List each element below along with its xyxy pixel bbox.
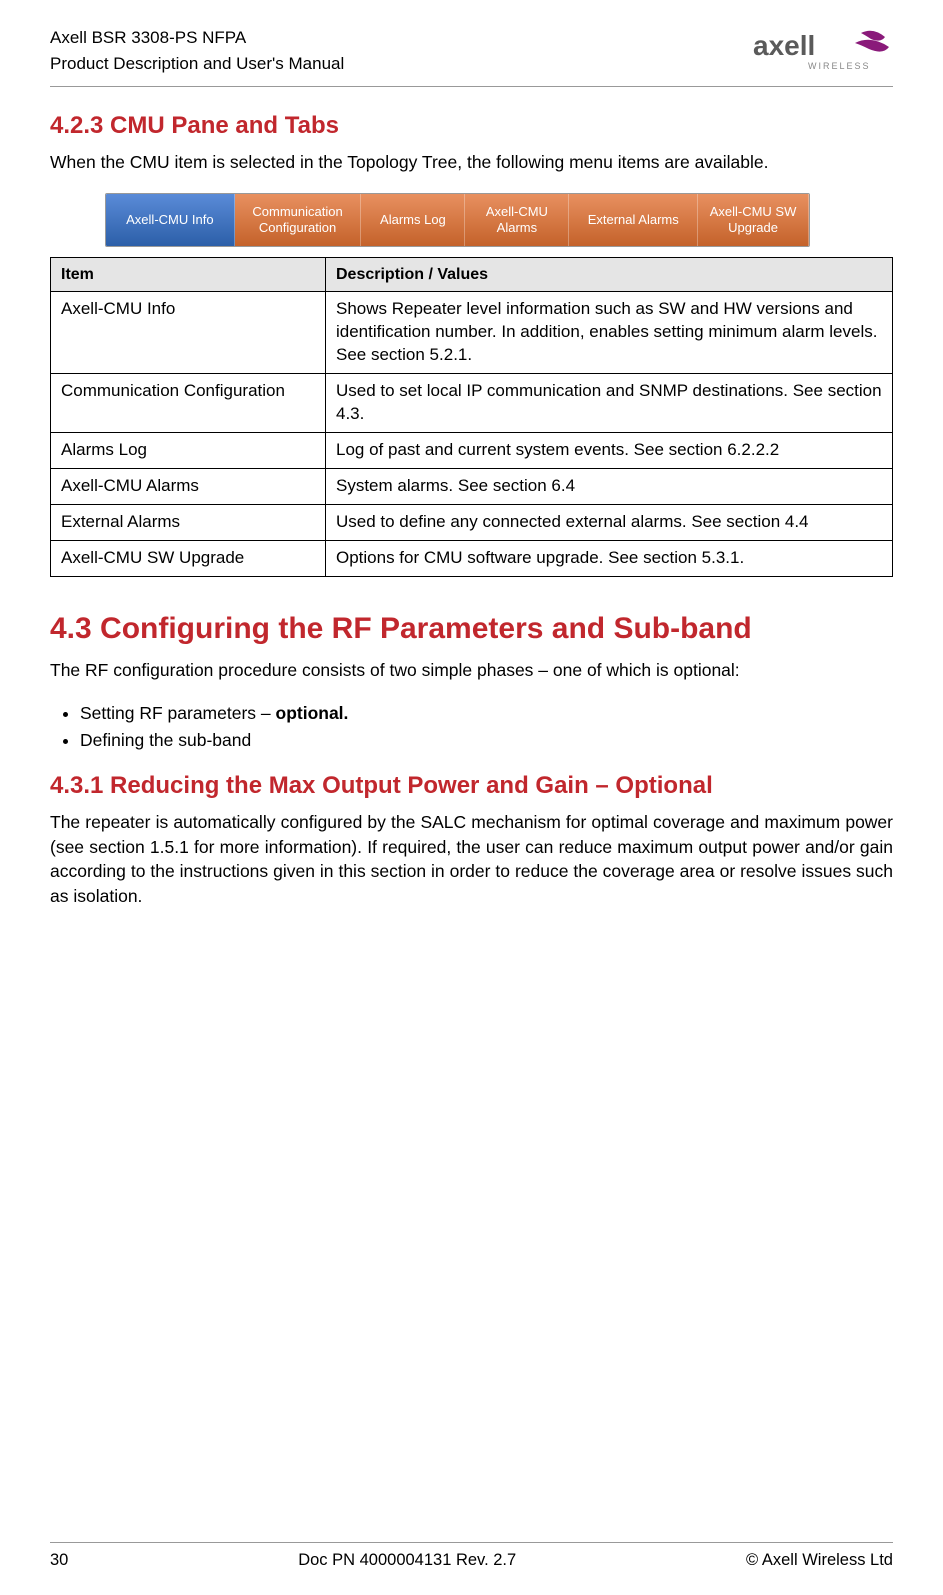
- brand-logo: axell WIRELESS: [753, 25, 893, 75]
- copyright: © Axell Wireless Ltd: [746, 1551, 893, 1570]
- tab-sw-upgrade: Axell-CMU SW Upgrade: [698, 194, 809, 246]
- cell-desc: Log of past and current system events. S…: [326, 432, 893, 468]
- product-model: Axell BSR 3308-PS NFPA: [50, 25, 344, 51]
- cell-desc: Used to define any connected external al…: [326, 504, 893, 540]
- cell-item: External Alarms: [51, 504, 326, 540]
- cell-desc: System alarms. See section 6.4: [326, 468, 893, 504]
- doc-revision: Doc PN 4000004131 Rev. 2.7: [298, 1551, 516, 1570]
- phase-list: Setting RF parameters – optional. Defini…: [80, 700, 893, 754]
- section-4-2-3-intro: When the CMU item is selected in the Top…: [50, 150, 893, 175]
- table-row: Axell-CMU Info Shows Repeater level info…: [51, 292, 893, 374]
- table-header-row: Item Description / Values: [51, 257, 893, 292]
- table-row: Communication Configuration Used to set …: [51, 373, 893, 432]
- svg-text:WIRELESS: WIRELESS: [808, 61, 871, 71]
- tab-cmu-alarms: Axell-CMU Alarms: [465, 194, 569, 246]
- svg-text:axell: axell: [753, 30, 815, 61]
- section-4-3-intro: The RF configuration procedure consists …: [50, 658, 893, 683]
- cell-desc: Used to set local IP communication and S…: [326, 373, 893, 432]
- table-header-desc: Description / Values: [326, 257, 893, 292]
- section-4-3-1-heading: 4.3.1 Reducing the Max Output Power and …: [50, 772, 893, 800]
- table-row: External Alarms Used to define any conne…: [51, 504, 893, 540]
- cell-item: Axell-CMU Alarms: [51, 468, 326, 504]
- axell-logo-icon: axell WIRELESS: [753, 25, 893, 75]
- page-number: 30: [50, 1551, 68, 1570]
- table-row: Axell-CMU SW Upgrade Options for CMU sof…: [51, 540, 893, 576]
- tabs-screenshot: Axell-CMU Info Communication Configurati…: [105, 193, 810, 247]
- page-header: Axell BSR 3308-PS NFPA Product Descripti…: [50, 25, 893, 87]
- section-4-3-heading: 4.3 Configuring the RF Parameters and Su…: [50, 612, 893, 646]
- list-item: Defining the sub-band: [80, 727, 893, 754]
- cmu-items-table: Item Description / Values Axell-CMU Info…: [50, 257, 893, 577]
- bullet-text: Setting RF parameters –: [80, 703, 276, 723]
- cell-desc: Shows Repeater level information such as…: [326, 292, 893, 374]
- list-item: Setting RF parameters – optional.: [80, 700, 893, 727]
- table-header-item: Item: [51, 257, 326, 292]
- cell-item: Axell-CMU SW Upgrade: [51, 540, 326, 576]
- doc-subtitle: Product Description and User's Manual: [50, 51, 344, 77]
- tab-cmu-info: Axell-CMU Info: [106, 194, 235, 246]
- table-row: Axell-CMU Alarms System alarms. See sect…: [51, 468, 893, 504]
- tab-alarms-log: Alarms Log: [361, 194, 465, 246]
- cell-item: Communication Configuration: [51, 373, 326, 432]
- cell-item: Axell-CMU Info: [51, 292, 326, 374]
- table-row: Alarms Log Log of past and current syste…: [51, 432, 893, 468]
- header-text: Axell BSR 3308-PS NFPA Product Descripti…: [50, 25, 344, 76]
- cell-item: Alarms Log: [51, 432, 326, 468]
- tab-external-alarms: External Alarms: [569, 194, 698, 246]
- bullet-bold: optional.: [276, 703, 349, 723]
- section-4-2-3-heading: 4.2.3 CMU Pane and Tabs: [50, 112, 893, 140]
- tab-comm-config: Communication Configuration: [235, 194, 362, 246]
- page-footer: 30 Doc PN 4000004131 Rev. 2.7 © Axell Wi…: [50, 1542, 893, 1570]
- cell-desc: Options for CMU software upgrade. See se…: [326, 540, 893, 576]
- section-4-3-1-body: The repeater is automatically configured…: [50, 810, 893, 908]
